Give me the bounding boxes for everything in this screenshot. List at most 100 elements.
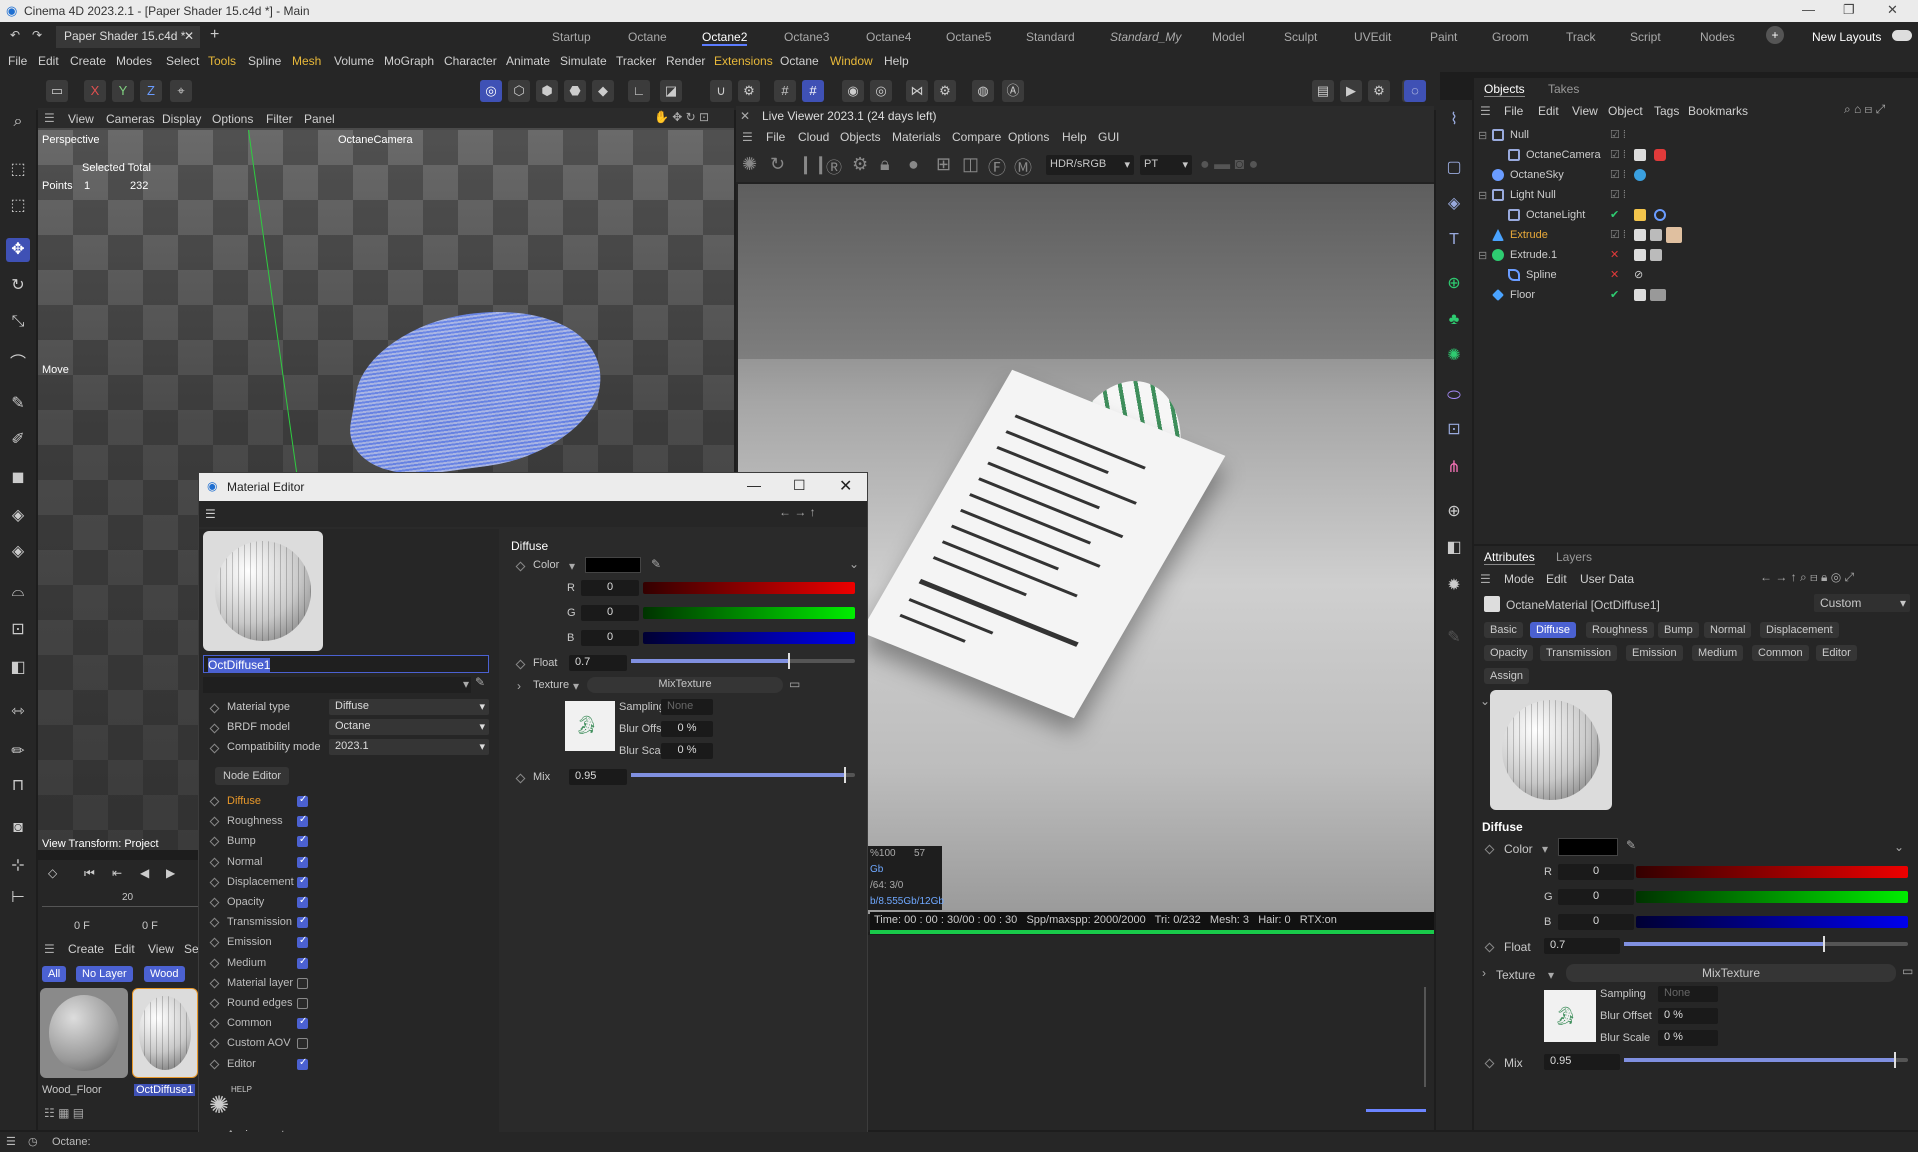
attrs-r-field[interactable]: 0: [1558, 864, 1634, 880]
model-mode-icon[interactable]: ◎: [480, 80, 502, 102]
channel-checkbox[interactable]: [297, 855, 308, 868]
keyframe-diamond-icon[interactable]: [209, 937, 220, 948]
keyframe-diamond-icon[interactable]: [209, 1038, 220, 1049]
layout-tab[interactable]: Track: [1566, 30, 1596, 44]
g-slider[interactable]: [643, 607, 855, 619]
me-hamburger-icon[interactable]: ☰: [205, 507, 216, 521]
texture-thumb[interactable]: 🐊︎: [1544, 990, 1596, 1042]
undo-icon[interactable]: ↶: [10, 28, 20, 42]
text-icon[interactable]: T: [1442, 228, 1466, 252]
object-row[interactable]: ⊟ Extrude.1 ✕: [1474, 246, 1918, 266]
material-layer-select[interactable]: [203, 677, 471, 693]
object-row[interactable]: Spline ✕ ⊘: [1474, 266, 1918, 286]
lv-menu-compare[interactable]: Compare: [952, 130, 1001, 144]
channel-label[interactable]: Displacement: [227, 876, 294, 888]
subtab-medium[interactable]: Medium: [1692, 645, 1744, 661]
keyframe-diamond-icon[interactable]: [515, 561, 526, 572]
texture-thumbnail[interactable]: 🐊︎: [565, 701, 615, 751]
attrs-r-slider[interactable]: [1636, 866, 1908, 878]
play-icon[interactable]: ▶: [166, 866, 175, 880]
deformer-icon[interactable]: ⌓: [6, 580, 30, 604]
float-field[interactable]: 0.7: [569, 655, 627, 671]
layout-tab[interactable]: Octane: [628, 30, 667, 44]
channel-checkbox[interactable]: [297, 895, 308, 908]
layout-tab[interactable]: Nodes: [1700, 30, 1735, 44]
lv-scrollbar[interactable]: [1424, 987, 1426, 1087]
document-tab[interactable]: Paper Shader 15.c4d * ✕: [56, 26, 200, 48]
menu-extensions[interactable]: Extensions: [714, 54, 773, 68]
symmetry-icon[interactable]: ⋈: [906, 80, 928, 102]
prev-key-icon[interactable]: ⇤: [112, 866, 122, 880]
solo-icon[interactable]: ◉: [842, 80, 864, 102]
weight-icon[interactable]: ⊓: [6, 774, 30, 798]
phong-tag-icon[interactable]: [1634, 249, 1646, 261]
vp-menu-display[interactable]: Display: [162, 112, 201, 126]
obj-menu-view[interactable]: View: [1572, 104, 1598, 118]
axis-y-button[interactable]: Y: [112, 80, 134, 102]
camera-object-icon[interactable]: ◧: [1442, 536, 1466, 560]
keyframe-diamond-icon[interactable]: [209, 998, 220, 1009]
attrs-g-field[interactable]: 0: [1558, 889, 1634, 905]
menu-select[interactable]: Select: [166, 54, 199, 68]
channel-label[interactable]: Emission: [227, 936, 272, 948]
kernel-select[interactable]: PT ▾: [1140, 155, 1192, 175]
polygons-mode-icon[interactable]: ⬣: [564, 80, 586, 102]
object-row[interactable]: OctaneLight ✔: [1474, 206, 1918, 226]
attrs-menu-user-data[interactable]: User Data: [1580, 572, 1634, 586]
keyframe-diamond-icon[interactable]: [209, 917, 220, 928]
assets-icon[interactable]: Ⓐ: [1002, 80, 1024, 102]
b-field[interactable]: 0: [581, 630, 639, 646]
scene-icon[interactable]: ⊕: [1442, 500, 1466, 524]
preset-select[interactable]: Custom ▾: [1814, 594, 1910, 612]
lv-sphere-icon[interactable]: ●: [908, 154, 919, 175]
matmgr-menu-edit[interactable]: Edit: [114, 942, 135, 956]
keyframe-diamond-icon[interactable]: [209, 897, 220, 908]
rotate-tool-icon[interactable]: ↻: [6, 274, 30, 298]
channel-checkbox[interactable]: [297, 956, 308, 969]
attrs-float-field[interactable]: 0.7: [1544, 938, 1620, 954]
redo-icon[interactable]: ↷: [32, 28, 42, 42]
timeline-ruler[interactable]: [42, 906, 198, 907]
attrs-menu-mode[interactable]: Mode: [1504, 572, 1534, 586]
magnet-icon[interactable]: ◙: [6, 816, 30, 840]
subtab-normal[interactable]: Normal: [1704, 622, 1752, 638]
compat-select[interactable]: 2023.1 ▾: [329, 739, 489, 755]
keyframe-diamond-icon[interactable]: [209, 1018, 220, 1029]
snap-settings-icon[interactable]: ⚙: [738, 80, 760, 102]
texture-mode-icon[interactable]: ◪: [660, 80, 682, 102]
tab-attributes[interactable]: Attributes: [1484, 550, 1535, 565]
lv-send-icon[interactable]: ✺: [742, 154, 757, 175]
minimize-icon[interactable]: —: [747, 477, 761, 493]
octane-live-icon[interactable]: ◌: [1404, 80, 1426, 102]
filter-all[interactable]: All: [42, 966, 67, 982]
menu-tools[interactable]: Tools: [208, 54, 236, 68]
uv-mode-icon[interactable]: ◆: [592, 80, 614, 102]
menu-octane[interactable]: Octane: [780, 54, 819, 68]
new-layouts-label[interactable]: New Layouts: [1812, 30, 1881, 44]
sampling-select[interactable]: None: [661, 699, 713, 715]
keyframe-diamond-icon[interactable]: [209, 857, 220, 868]
knife-icon[interactable]: ⇿: [6, 700, 30, 724]
subtab-editor[interactable]: Editor: [1816, 645, 1857, 661]
obj-menu-tags[interactable]: Tags: [1654, 104, 1679, 118]
attrs-nav-icons[interactable]: ← → ↑ ⌕ ⊟ 🔒︎ ◎ ⤢: [1760, 570, 1854, 585]
lv-menu-objects[interactable]: Objects: [840, 130, 881, 144]
align-icon[interactable]: ⊹: [6, 854, 30, 878]
attrs-blur-offset-field[interactable]: 0 %: [1658, 1008, 1718, 1024]
null-object-icon[interactable]: ⊡: [1442, 418, 1466, 442]
keyframe-diamond-icon[interactable]: [209, 796, 220, 807]
object-row[interactable]: Extrude ☑ ⁞: [1474, 226, 1918, 246]
coord-system-icon[interactable]: ⌖: [170, 80, 192, 102]
obj-menu-edit[interactable]: Edit: [1538, 104, 1559, 118]
collapse-icon[interactable]: ⌄: [1480, 694, 1490, 708]
octane-camera-tag-icon[interactable]: [1654, 149, 1666, 161]
edges-mode-icon[interactable]: ⬢: [536, 80, 558, 102]
pen-icon[interactable]: ✎: [6, 392, 30, 416]
subtab-opacity[interactable]: Opacity: [1484, 645, 1534, 661]
move-tool-icon[interactable]: ✥: [6, 238, 30, 262]
attrs-b-slider[interactable]: [1636, 916, 1908, 928]
attrs-texture-button[interactable]: MixTexture: [1566, 964, 1896, 982]
lasso-icon[interactable]: ⌒: [6, 352, 30, 376]
object-row[interactable]: ⊟ Null ☑ ⁞: [1474, 126, 1918, 146]
material-tag-icon[interactable]: [1650, 249, 1662, 261]
